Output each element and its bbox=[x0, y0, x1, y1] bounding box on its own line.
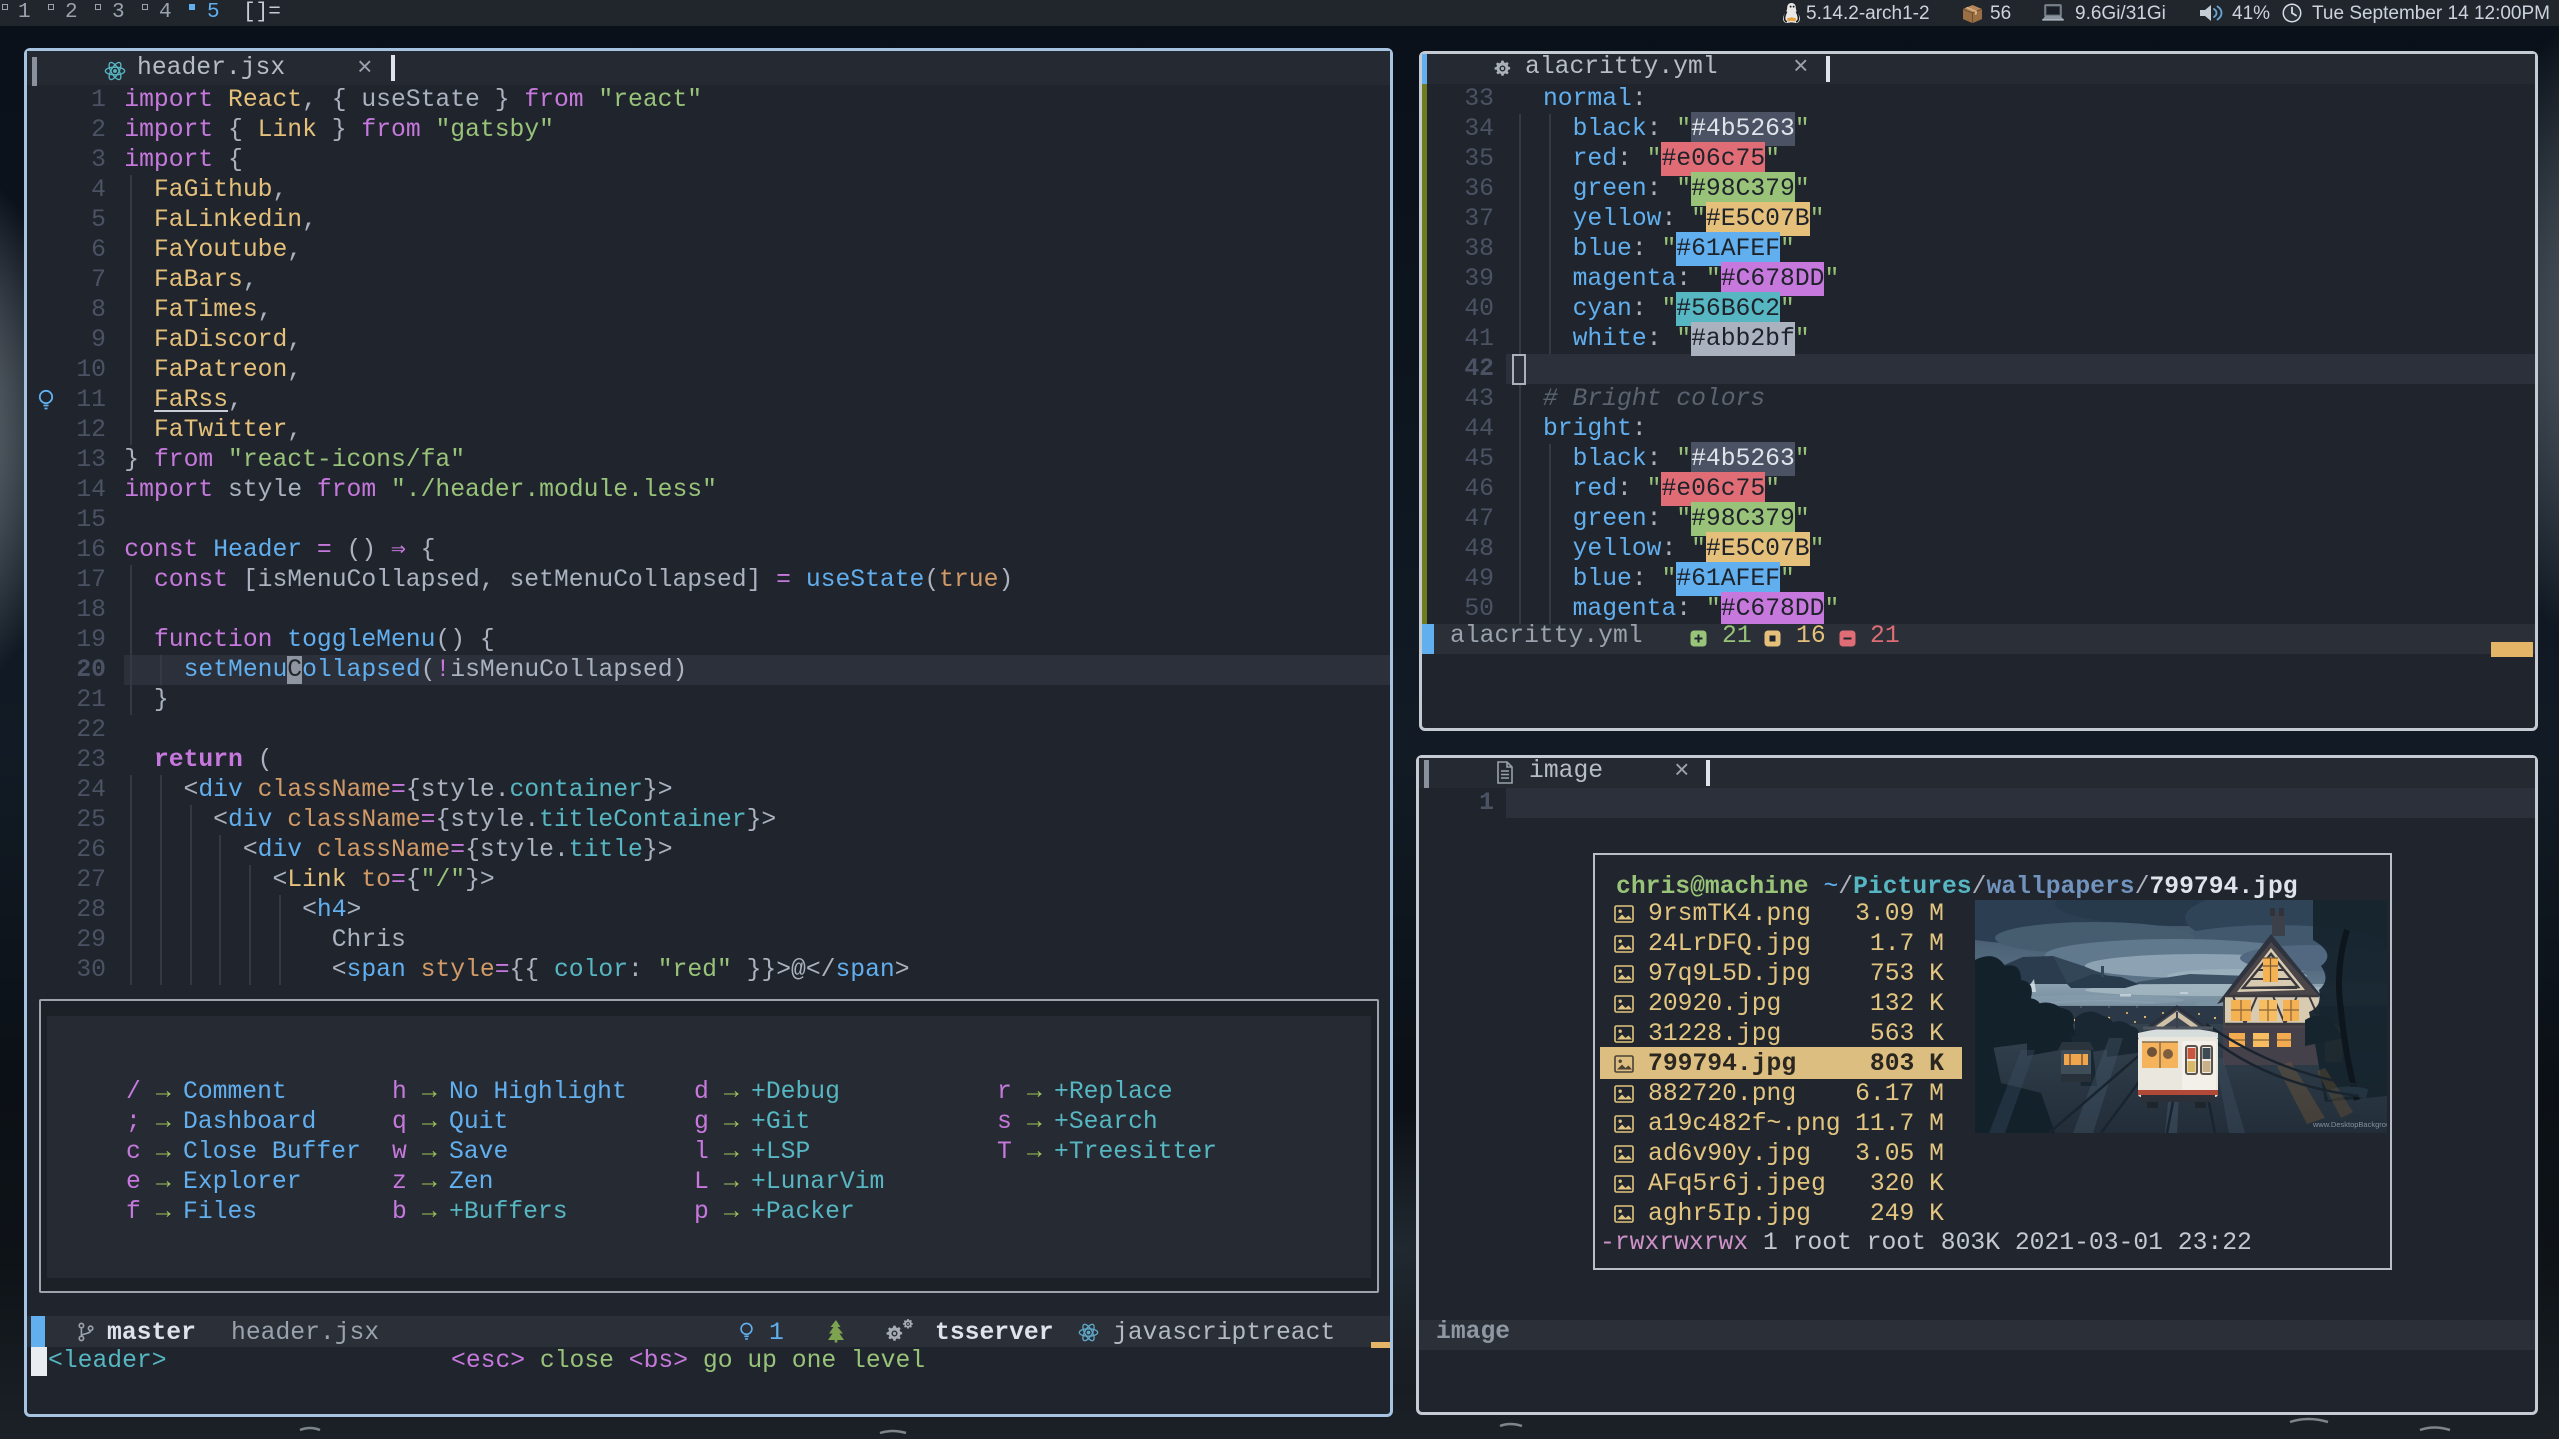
svg-text:www.DesktopBackground.org: www.DesktopBackground.org bbox=[2312, 1120, 2387, 1129]
